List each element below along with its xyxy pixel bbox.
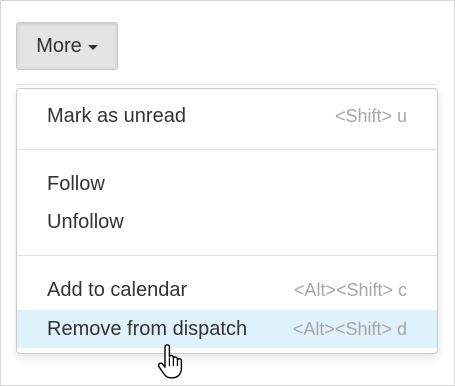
menu-item-remove-from-dispatch[interactable]: Remove from dispatch <Alt><Shift> d [17, 310, 437, 348]
menu-item-label: Remove from dispatch [47, 317, 248, 340]
menu-divider [17, 149, 437, 150]
menu-item-follow[interactable]: Follow [17, 165, 437, 203]
more-button[interactable]: More [16, 22, 118, 70]
menu-item-label: Follow [47, 172, 105, 195]
menu-item-shortcut: <Alt><Shift> d [292, 318, 407, 339]
caret-down-icon [87, 44, 98, 50]
menu-item-add-to-calendar[interactable]: Add to calendar <Alt><Shift> c [17, 271, 437, 309]
menu-divider [17, 255, 437, 256]
more-button-label: More [36, 34, 82, 57]
menu-item-shortcut: <Shift> u [334, 105, 407, 126]
hand-pointer-icon [157, 344, 183, 379]
menu-item-mark-as-unread[interactable]: Mark as unread <Shift> u [17, 97, 437, 135]
more-dropdown-menu: Mark as unread <Shift> u Follow Unfollow… [16, 88, 438, 354]
toolbar-divider [16, 84, 438, 85]
menu-item-label: Unfollow [47, 210, 124, 233]
menu-item-label: Mark as unread [47, 104, 186, 127]
menu-item-shortcut: <Alt><Shift> c [293, 279, 407, 300]
menu-item-label: Add to calendar [47, 278, 188, 301]
menu-item-unfollow[interactable]: Unfollow [17, 203, 437, 241]
